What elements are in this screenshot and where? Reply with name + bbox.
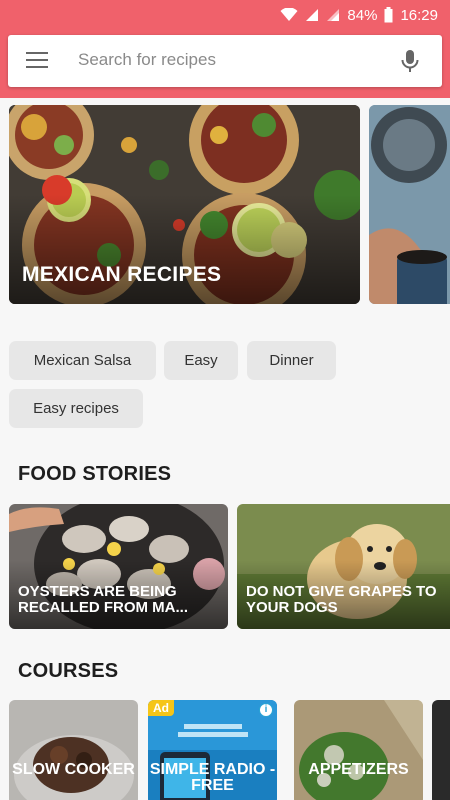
ad-info-icon[interactable]: i: [259, 703, 273, 717]
hero-next-image: [369, 105, 450, 304]
food-stories-title: FOOD STORIES: [18, 463, 172, 485]
microphone-icon[interactable]: [400, 49, 420, 75]
clock: 16:29: [400, 6, 438, 24]
search-input[interactable]: Search for recipes: [78, 50, 216, 70]
ad-badge: Ad: [148, 700, 174, 716]
hamburger-menu-icon[interactable]: [26, 52, 48, 70]
story-card-grapes-dogs[interactable]: DO NOT GIVE GRAPES TO YOUR DOGS: [237, 504, 450, 629]
course-card-appetizers[interactable]: APPETIZERS: [294, 700, 423, 800]
story-label: DO NOT GIVE GRAPES TO YOUR DOGS: [246, 583, 437, 616]
course-card-slow-cooker[interactable]: SLOW COOKER: [9, 700, 138, 800]
chip-easy-recipes[interactable]: Easy recipes: [9, 389, 143, 428]
course-card-ad-simple-radio[interactable]: Ad i SIMPLE RADIO - FREE: [148, 700, 277, 800]
course-label: APPETIZERS: [308, 761, 409, 778]
chip-dinner[interactable]: Dinner: [247, 341, 336, 380]
courses-title: COURSES: [18, 660, 119, 682]
hero-card-mexican-recipes[interactable]: MEXICAN RECIPES: [9, 105, 360, 304]
battery-percent: 84%: [347, 6, 378, 24]
course-shade: [9, 700, 138, 800]
signal-icon-2: [327, 9, 340, 21]
app-screen: 84% 16:29 Search for recipes MEXICAN REC…: [0, 0, 450, 800]
status-bar: 84% 16:29: [0, 0, 450, 30]
chip-mexican-salsa[interactable]: Mexican Salsa: [9, 341, 156, 380]
status-icons: 84% 16:29: [280, 5, 438, 25]
signal-icon: [306, 9, 319, 21]
course-label: SIMPLE RADIO - FREE: [149, 761, 276, 794]
course-card-next[interactable]: [432, 700, 450, 800]
course-label: SLOW COOKER: [12, 761, 135, 778]
hero-title: MEXICAN RECIPES: [22, 263, 222, 286]
battery-icon: [384, 7, 393, 23]
wifi-icon: [280, 8, 298, 21]
story-card-oysters[interactable]: OYSTERS ARE BEING RECALLED FROM MA...: [9, 504, 228, 629]
course-next-image: [432, 700, 450, 800]
chip-easy[interactable]: Easy: [164, 341, 238, 380]
search-bar[interactable]: Search for recipes: [8, 35, 442, 87]
hero-card-next[interactable]: [369, 105, 450, 304]
course-shade: [294, 700, 423, 800]
story-label: OYSTERS ARE BEING RECALLED FROM MA...: [18, 583, 188, 616]
